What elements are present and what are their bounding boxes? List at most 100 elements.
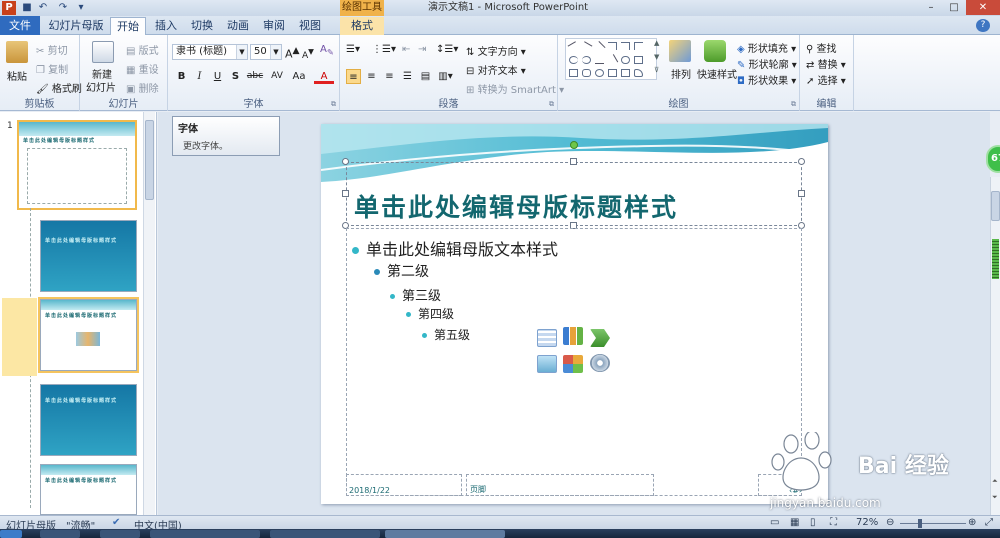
zoom-in-button[interactable]: ⊕ [968,517,976,528]
curve-shape-icon[interactable] [569,56,578,64]
text-direction-button[interactable]: ⇅ 文字方向 ▾ [466,43,526,59]
bold-button[interactable]: B [174,69,189,84]
change-case-button[interactable]: Aa [289,69,309,84]
close-button[interactable]: ✕ [966,0,1000,15]
rounded-rectangle-icon[interactable] [582,69,591,77]
strikethrough-button[interactable]: abc [245,69,265,84]
arrange-button[interactable]: 排列 [671,66,691,81]
insert-clip-art-icon[interactable] [563,355,583,373]
insert-picture-icon[interactable] [537,355,557,373]
bullet-level-1[interactable]: 单击此处编辑母版文本样式 [352,236,558,260]
bullets-button[interactable]: ☰▾ [346,44,360,55]
align-text-button[interactable]: ⊟ 对齐文本 ▾ [466,62,526,78]
rotation-handle[interactable] [570,141,578,149]
underline-button[interactable]: U [210,69,225,84]
copy-button[interactable]: ❐ 复制 [36,61,68,77]
text-shadow-button[interactable]: S [228,69,243,84]
double-arrow-shape-icon[interactable] [593,40,606,54]
help-icon[interactable]: ? [976,19,990,32]
start-button-icon[interactable] [0,530,22,538]
tab-format[interactable]: 格式 [340,17,384,35]
insert-table-icon[interactable] [537,329,557,347]
hexagon-shape-icon[interactable] [621,69,630,77]
tab-review[interactable]: 审阅 [258,17,290,35]
new-slide-label-2[interactable]: 幻灯片 [86,79,116,94]
convert-smartart-button[interactable]: ⊞ 转换为 SmartArt ▾ [466,81,564,97]
shrink-font-button[interactable]: A▼ [302,47,314,61]
delete-button[interactable]: ▣ 删除 [126,80,159,96]
fit-to-window-icon[interactable]: ⤢ [985,517,993,528]
tab-view[interactable]: 视图 [294,17,326,35]
elbow-connector-icon[interactable] [608,42,617,50]
slide-title[interactable]: 单击此处编辑母版标题样式 [354,188,678,224]
gallery-scroll-down-icon[interactable]: ▼ [654,53,659,61]
slideshow-view-icon[interactable]: ⛶ [830,517,837,528]
tab-insert[interactable]: 插入 [150,17,182,35]
paste-button[interactable]: 粘贴 [7,68,27,83]
performance-badge[interactable]: 67 [986,145,1000,173]
tab-animations[interactable]: 动画 [222,17,254,35]
bullet-level-2[interactable]: 第二级 [374,261,429,281]
format-painter-button[interactable]: 🖌 格式刷 [36,80,82,96]
numbering-button[interactable]: ⋮☰▾ [372,44,396,55]
scribble-shape-icon[interactable] [606,54,619,66]
decrease-indent-button[interactable]: ⇤ [402,44,410,55]
cut-button[interactable]: ✂ 剪切 [36,42,68,58]
arrow-shape-icon[interactable] [580,41,593,53]
freeform-shape-icon[interactable] [595,56,604,64]
tab-slide-master[interactable]: 幻灯片母版 [46,17,106,35]
rectangle-shape-icon[interactable] [569,69,578,77]
taskbar-item[interactable] [270,530,380,538]
chevron-down-icon[interactable]: ▼ [270,45,281,59]
bullet-level-5[interactable]: 第五级 [422,326,470,343]
align-center-button[interactable]: ≡ [364,69,379,84]
elbow-arrow-icon[interactable] [621,42,630,50]
zoom-level[interactable]: 72% [856,517,878,528]
layout-button[interactable]: ▤ 版式 [126,42,159,58]
distributed-button[interactable]: ▤ [418,69,433,84]
zoom-slider-thumb[interactable] [918,519,922,528]
zoom-slider-track[interactable] [900,523,966,524]
insert-chart-icon[interactable] [563,327,583,345]
customize-quick-access-icon[interactable]: ▾ [74,1,88,15]
layout-thumbnail-section-header[interactable]: 单击此处编辑母版标题样式 [40,384,137,456]
resize-handle-right[interactable] [798,190,805,197]
align-left-button[interactable]: ≡ [346,69,361,84]
arc-shape-icon[interactable] [582,56,591,64]
wave-shape-icon[interactable] [621,56,630,64]
shapes-gallery[interactable] [565,38,657,80]
scrollbar-thumb[interactable] [145,120,154,200]
insert-media-icon[interactable] [590,354,610,372]
minimize-button[interactable]: – [920,0,942,15]
resize-handle-top-left[interactable] [342,158,349,165]
quick-styles-button[interactable]: 快速样式 [697,66,737,81]
line-spacing-button[interactable]: ↕☰▾ [436,44,458,55]
reading-view-icon[interactable]: ▯ [810,517,816,528]
shape-effects-button[interactable]: ◘ 形状效果 ▾ [737,72,796,88]
font-dialog-launcher-icon[interactable]: ⧉ [331,100,336,109]
triangle-shape-icon[interactable] [634,56,643,64]
taskbar-item-powerpoint[interactable] [385,530,505,538]
resize-handle-top[interactable] [570,158,577,165]
bullet-level-3[interactable]: 第三级 [390,285,441,304]
taskbar-item[interactable] [100,530,140,538]
layout-thumbnail-title-slide[interactable]: 单击此处编辑母版标题样式 [40,220,137,292]
footer-placeholder[interactable] [466,474,654,496]
tab-transitions[interactable]: 切换 [186,17,218,35]
spell-check-icon[interactable]: ✔ [112,517,120,528]
tab-home[interactable]: 开始 [110,17,146,36]
line-shape-icon[interactable] [567,41,580,53]
align-right-button[interactable]: ≡ [382,69,397,84]
columns-button[interactable]: ▥▾ [438,69,453,84]
undo-icon[interactable]: ↶ [36,1,50,15]
scrollbar-thumb[interactable] [991,191,1000,221]
resize-handle-left[interactable] [342,190,349,197]
save-icon[interactable]: ■ [20,1,34,15]
chevron-down-icon[interactable]: ▼ [236,45,247,59]
taskbar-item[interactable] [40,530,80,538]
grow-font-button[interactable]: A▲ [285,45,300,61]
callout-shape-icon[interactable] [634,69,643,77]
normal-view-icon[interactable]: ▭ [770,517,779,528]
drawing-dialog-launcher-icon[interactable]: ⧉ [791,100,796,109]
font-color-button[interactable]: A [314,69,334,84]
